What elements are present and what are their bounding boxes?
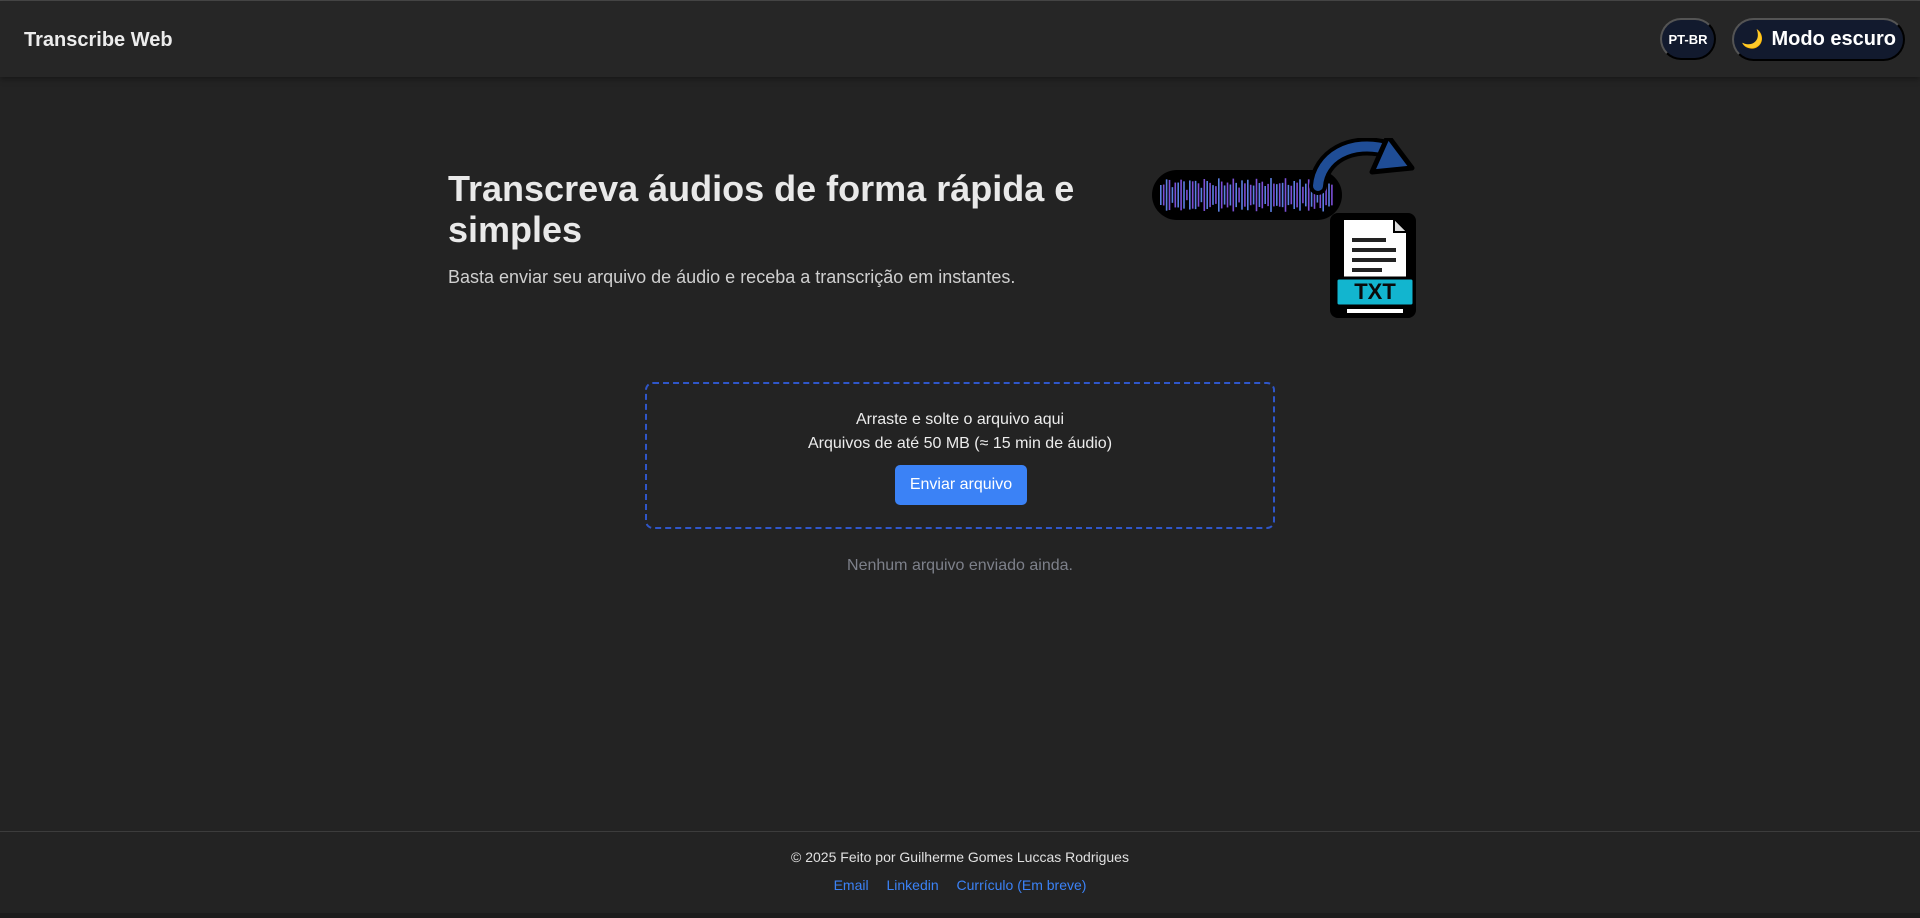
top-navbar: Transcribe Web PT-BR 🌙 Modo escuro (0, 1, 1920, 77)
footer-copyright: © 2025 Feito por Guilherme Gomes Luccas … (791, 849, 1129, 865)
txt-file-icon: TXT (1330, 213, 1416, 318)
moon-icon: 🌙 (1741, 29, 1764, 49)
footer-links: Email Linkedin Currículo (Em breve) (0, 877, 1920, 893)
footer-link-email[interactable]: Email (834, 877, 869, 893)
upload-file-button[interactable]: Enviar arquivo (895, 465, 1027, 505)
audio-to-txt-illustration: TXT (1152, 138, 1416, 318)
hero-subtitle: Basta enviar seu arquivo de áudio e rece… (448, 267, 1016, 287)
language-label: PT-BR (1668, 31, 1708, 47)
upload-status-text: Nenhum arquivo enviado ainda. (847, 557, 1073, 574)
theme-label: Modo escuro (1771, 28, 1896, 50)
dropzone-instruction: Arraste e solte o arquivo aqui (855, 411, 1065, 428)
language-toggle-button[interactable]: PT-BR (1660, 18, 1716, 60)
footer-link-curriculo[interactable]: Currículo (Em breve) (957, 877, 1087, 893)
footer-link-linkedin[interactable]: Linkedin (886, 877, 938, 893)
window-bottom-border (0, 913, 1920, 918)
theme-toggle-button[interactable]: 🌙 Modo escuro (1732, 18, 1905, 61)
dropzone-size-limit: Arquivos de até 50 MB (≈ 15 min de áudio… (807, 435, 1113, 452)
brand-title[interactable]: Transcribe Web (24, 29, 173, 52)
page-footer: © 2025 Feito por Guilherme Gomes Luccas … (0, 831, 1920, 913)
svg-text:TXT: TXT (1354, 279, 1396, 304)
hero-title: Transcreva áudios de forma rápida e simp… (448, 168, 1075, 250)
file-dropzone[interactable]: Arraste e solte o arquivo aqui Arquivos … (645, 382, 1275, 529)
